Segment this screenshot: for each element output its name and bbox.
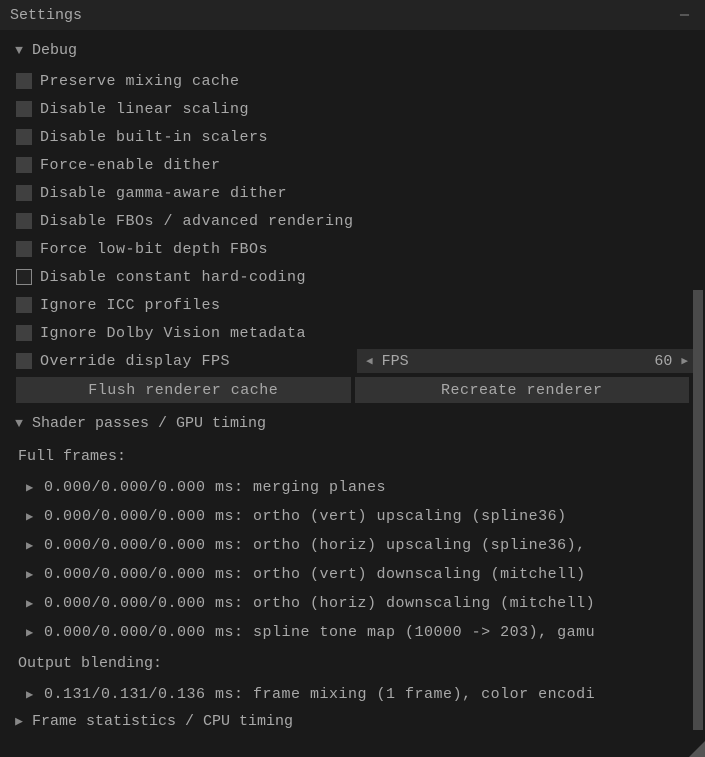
checkbox-label: Force low-bit depth FBOs: [40, 241, 268, 258]
frame-stats-section-header[interactable]: Frame statistics / CPU timing: [8, 709, 697, 734]
recreate-renderer-button[interactable]: Recreate renderer: [355, 377, 690, 403]
debug-section-header[interactable]: Debug: [8, 38, 697, 67]
checkbox[interactable]: [16, 269, 32, 285]
timing-row[interactable]: ▶ 0.131/0.131/0.136 ms: frame mixing (1 f…: [8, 680, 697, 709]
timing-text: 0.000/0.000/0.000 ms: ortho (horiz) upsc…: [44, 537, 586, 554]
debug-checkbox-row: Disable constant hard-coding: [8, 263, 697, 291]
debug-checkbox-row: Force low-bit depth FBOs: [8, 235, 697, 263]
debug-checkbox-row: Force-enable dither: [8, 151, 697, 179]
timing-text: 0.000/0.000/0.000 ms: ortho (horiz) down…: [44, 595, 595, 612]
debug-button-row: Flush renderer cache Recreate renderer: [8, 375, 697, 411]
timing-row[interactable]: ▶ 0.000/0.000/0.000 ms: ortho (vert) down…: [8, 560, 697, 589]
checkbox[interactable]: [16, 73, 32, 89]
timing-row[interactable]: ▶ 0.000/0.000/0.000 ms: spline tone map (…: [8, 618, 697, 647]
frame-stats-section-label: Frame statistics / CPU timing: [32, 713, 293, 730]
override-fps-row: Override display FPS ◀ FPS 60 ▶: [8, 347, 697, 375]
window-titlebar: Settings —: [0, 0, 705, 30]
chevron-right-icon: ▶: [26, 480, 40, 495]
debug-checkbox-row: Disable built-in scalers: [8, 123, 697, 151]
checkbox-label: Preserve mixing cache: [40, 73, 240, 90]
chevron-right-icon: ▶: [26, 625, 40, 640]
checkbox[interactable]: [16, 185, 32, 201]
chevron-right-icon: ▶: [26, 596, 40, 611]
minimize-button[interactable]: —: [674, 7, 695, 24]
shader-section-label: Shader passes / GPU timing: [32, 415, 266, 432]
override-fps-checkbox[interactable]: [16, 353, 32, 369]
fps-value: 60: [654, 353, 672, 370]
checkbox[interactable]: [16, 129, 32, 145]
vertical-scrollbar[interactable]: [693, 30, 703, 755]
checkbox-label: Disable gamma-aware dither: [40, 185, 287, 202]
checkbox-label: Ignore ICC profiles: [40, 297, 221, 314]
shader-section-header[interactable]: Shader passes / GPU timing: [8, 411, 697, 440]
content-area: Debug Preserve mixing cache Disable linea…: [0, 30, 705, 757]
debug-checkbox-row: Ignore ICC profiles: [8, 291, 697, 319]
checkbox[interactable]: [16, 325, 32, 341]
timing-text: 0.000/0.000/0.000 ms: ortho (vert) upsca…: [44, 508, 567, 525]
scrollbar-thumb[interactable]: [693, 290, 703, 730]
timing-row[interactable]: ▶ 0.000/0.000/0.000 ms: ortho (vert) upsc…: [8, 502, 697, 531]
timing-text: 0.000/0.000/0.000 ms: merging planes: [44, 479, 386, 496]
timing-text: 0.000/0.000/0.000 ms: spline tone map (1…: [44, 624, 595, 641]
checkbox-label: Force-enable dither: [40, 157, 221, 174]
debug-section-label: Debug: [32, 42, 77, 59]
output-blending-heading: Output blending:: [8, 647, 697, 680]
checkbox[interactable]: [16, 213, 32, 229]
checkbox-label: Ignore Dolby Vision metadata: [40, 325, 306, 342]
fps-field-label: FPS: [382, 353, 409, 370]
checkbox-label: Disable FBOs / advanced rendering: [40, 213, 354, 230]
chevron-right-icon: [12, 714, 26, 729]
debug-checkbox-row: Disable FBOs / advanced rendering: [8, 207, 697, 235]
checkbox[interactable]: [16, 157, 32, 173]
checkbox-label: Disable constant hard-coding: [40, 269, 306, 286]
window-title: Settings: [10, 7, 82, 24]
chevron-down-icon: [12, 416, 26, 431]
checkbox[interactable]: [16, 101, 32, 117]
chevron-down-icon: [12, 43, 26, 58]
timing-row[interactable]: ▶ 0.000/0.000/0.000 ms: ortho (horiz) ups…: [8, 531, 697, 560]
timing-row[interactable]: ▶ 0.000/0.000/0.000 ms: merging planes: [8, 473, 697, 502]
checkbox[interactable]: [16, 297, 32, 313]
flush-renderer-button[interactable]: Flush renderer cache: [16, 377, 351, 403]
override-fps-label: Override display FPS: [40, 353, 230, 370]
chevron-right-icon: ▶: [26, 567, 40, 582]
timing-text: 0.131/0.131/0.136 ms: frame mixing (1 fr…: [44, 686, 595, 703]
debug-checkbox-row: Disable gamma-aware dither: [8, 179, 697, 207]
debug-checkbox-row: Preserve mixing cache: [8, 67, 697, 95]
chevron-right-icon: ▶: [26, 538, 40, 553]
checkbox-label: Disable linear scaling: [40, 101, 249, 118]
chevron-right-icon: ▶: [26, 509, 40, 524]
timing-text: 0.000/0.000/0.000 ms: ortho (vert) downs…: [44, 566, 586, 583]
resize-grip[interactable]: [689, 741, 705, 757]
checkbox[interactable]: [16, 241, 32, 257]
debug-checkbox-row: Disable linear scaling: [8, 95, 697, 123]
chevron-right-icon: ▶: [26, 687, 40, 702]
fps-decrease-icon[interactable]: ◀: [363, 354, 376, 368]
full-frames-heading: Full frames:: [8, 440, 697, 473]
timing-row[interactable]: ▶ 0.000/0.000/0.000 ms: ortho (horiz) dow…: [8, 589, 697, 618]
fps-spinner[interactable]: ◀ FPS 60 ▶: [357, 349, 697, 373]
debug-checkbox-row: Ignore Dolby Vision metadata: [8, 319, 697, 347]
fps-increase-icon[interactable]: ▶: [678, 354, 691, 368]
checkbox-label: Disable built-in scalers: [40, 129, 268, 146]
